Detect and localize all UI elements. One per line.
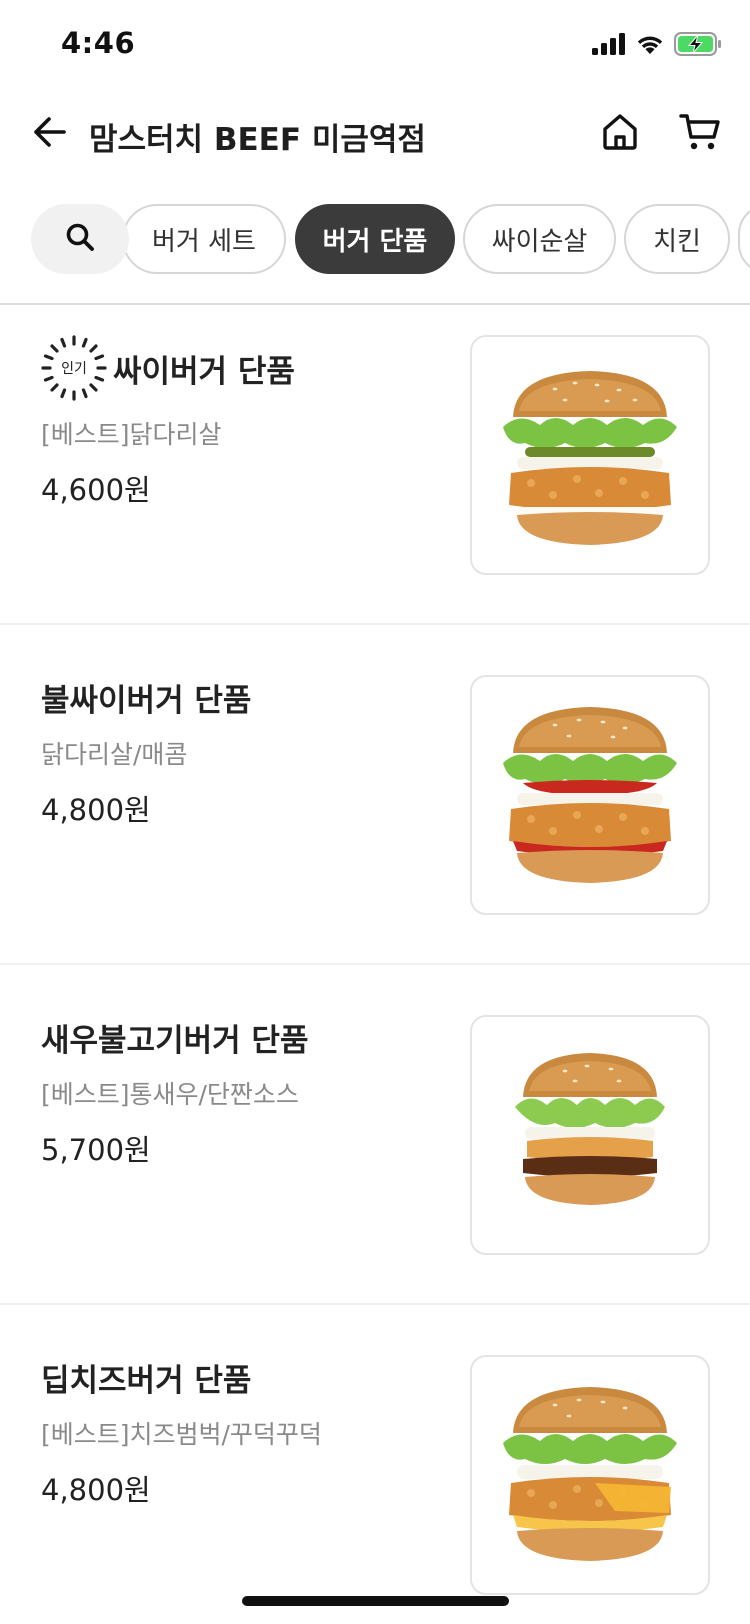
- home-indicator[interactable]: [242, 1596, 509, 1606]
- cart-icon: [679, 112, 721, 156]
- wifi-icon: [635, 33, 665, 59]
- item-price: 4,800원: [41, 1473, 151, 1507]
- menu-item-deep-cheese-burger[interactable]: 딥치즈버거 단품 [베스트]치즈범벅/꾸덕꾸덕 4,800원: [0, 1305, 750, 1624]
- item-price: 4,800원: [41, 793, 151, 827]
- status-icons: [592, 32, 722, 60]
- popular-badge-label: 인기: [61, 361, 87, 377]
- item-name: 불싸이버거 단품: [41, 683, 252, 719]
- chip-label: 치킨: [653, 226, 701, 257]
- search-icon: [65, 222, 95, 256]
- burger-image: [503, 707, 677, 883]
- chip-label: 버거 세트: [152, 226, 256, 257]
- back-arrow-icon: [32, 114, 68, 154]
- home-button[interactable]: [598, 112, 642, 156]
- header: 맘스터치 BEEF 미금역점: [0, 92, 750, 180]
- burger-image: [515, 1053, 665, 1205]
- item-price: 4,600원: [41, 473, 151, 507]
- cart-button[interactable]: [678, 112, 722, 156]
- item-price: 5,700원: [41, 1133, 151, 1167]
- signal-icon: [592, 33, 626, 59]
- home-icon: [601, 113, 639, 155]
- chip-next-partial[interactable]: [738, 204, 750, 274]
- chip-label: 싸이순살: [491, 226, 588, 257]
- menu-item-bul-ssai-burger[interactable]: 불싸이버거 단품 닭다리살/매콤 4,800원: [0, 625, 750, 965]
- item-description: [베스트]치즈범벅/꾸덕꾸덕: [41, 1420, 322, 1449]
- item-image-frame[interactable]: [470, 335, 710, 575]
- chip-burger-single[interactable]: 버거 단품: [295, 204, 455, 274]
- category-bar: 버거 세트 버거 단품 싸이순살 치킨: [0, 201, 750, 277]
- status-time: 4:46: [61, 26, 136, 60]
- item-name-row: 새우불고기버거 단품: [41, 1015, 308, 1060]
- item-name: 싸이버거 단품: [113, 353, 295, 390]
- burger-image: [503, 371, 677, 545]
- burger-image: [503, 1387, 677, 1561]
- item-name-row: 딥치즈버거 단품: [41, 1355, 251, 1400]
- item-image-frame[interactable]: [470, 675, 710, 915]
- item-image-frame[interactable]: [470, 1355, 710, 1595]
- chip-burger-set[interactable]: 버거 세트: [122, 204, 286, 274]
- back-button[interactable]: [28, 112, 72, 156]
- item-image-frame[interactable]: [470, 1015, 710, 1255]
- item-name-row: 불싸이버거 단품: [41, 675, 251, 720]
- item-name-row: 인기 싸이버거 단품: [41, 335, 295, 401]
- item-name: 딥치즈버거 단품: [41, 1363, 252, 1399]
- item-name: 새우불고기버거 단품: [41, 1023, 309, 1059]
- menu-list: 인기 싸이버거 단품 [베스트]닭다리살 4,600원 불싸이버거 단품 닭다리…: [0, 305, 750, 1624]
- menu-item-shrimp-bulgogi-burger[interactable]: 새우불고기버거 단품 [베스트]통새우/단짠소스 5,700원: [0, 965, 750, 1305]
- popular-badge: 인기: [41, 335, 107, 401]
- search-button[interactable]: [31, 204, 129, 274]
- status-bar: 4:46: [0, 0, 750, 90]
- menu-item-ssai-burger[interactable]: 인기 싸이버거 단품 [베스트]닭다리살 4,600원: [0, 305, 750, 625]
- item-description: 닭다리살/매콤: [41, 740, 188, 769]
- chip-thigh-strips[interactable]: 싸이순살: [463, 204, 616, 274]
- item-description: [베스트]통새우/단짠소스: [41, 1080, 299, 1109]
- chip-chicken[interactable]: 치킨: [624, 204, 730, 274]
- item-description: [베스트]닭다리살: [41, 420, 222, 449]
- chip-label: 버거 단품: [322, 226, 428, 257]
- store-title: 맘스터치 BEEF 미금역점: [89, 122, 426, 158]
- battery-charging-icon: [674, 32, 722, 60]
